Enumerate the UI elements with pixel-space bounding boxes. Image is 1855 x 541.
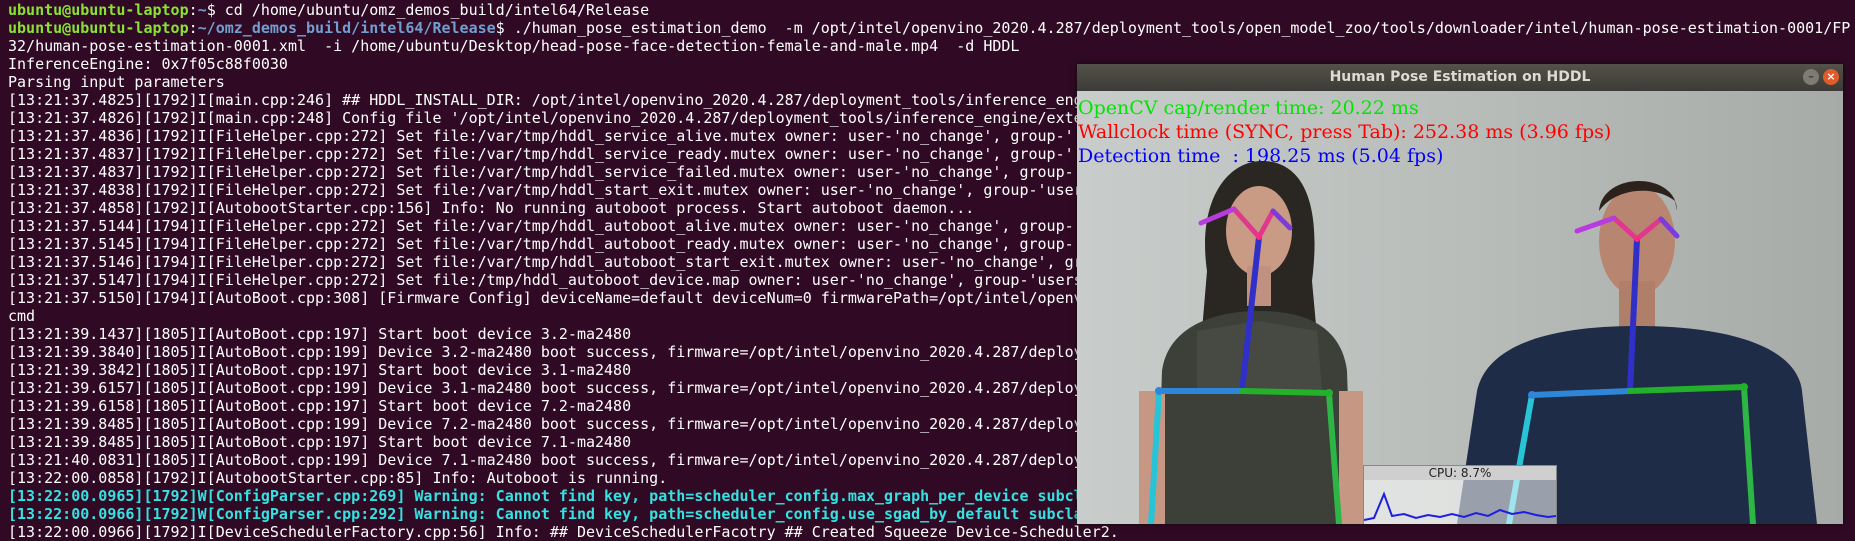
prompt-user: ubuntu@ubuntu-laptop bbox=[8, 1, 189, 19]
window-titlebar[interactable]: Human Pose Estimation on HDDL – × bbox=[1077, 64, 1843, 91]
close-icon[interactable]: × bbox=[1823, 69, 1839, 85]
pose-estimation-window[interactable]: Human Pose Estimation on HDDL – × OpenCV… bbox=[1077, 64, 1843, 524]
terminal-line: ubuntu@ubuntu-laptop:~/omz_demos_build/i… bbox=[8, 19, 1851, 37]
terminal-line: ubuntu@ubuntu-laptop:~$ cd /home/ubuntu/… bbox=[8, 1, 650, 19]
terminal-output-line: 32/human-pose-estimation-0001.xml -i /ho… bbox=[8, 37, 1020, 55]
video-frame: OpenCV cap/render time: 20.22 ms Wallclo… bbox=[1077, 91, 1843, 524]
cpu-usage-widget: CPU: 8.7% bbox=[1363, 465, 1557, 524]
cpu-usage-graph bbox=[1364, 491, 1556, 521]
prompt-dir: ~/omz_demos_build/intel64/Release bbox=[197, 19, 496, 37]
prompt-dir: ~ bbox=[197, 1, 207, 19]
wallclock-overlay: Wallclock time (SYNC, press Tab): 252.38… bbox=[1078, 121, 1612, 143]
cpu-usage-label: CPU: 8.7% bbox=[1364, 466, 1556, 480]
detection-time-overlay: Detection time : 198.25 ms (5.04 fps) bbox=[1078, 145, 1444, 167]
prompt-user: ubuntu@ubuntu-laptop bbox=[8, 19, 189, 37]
command-text: cd /home/ubuntu/omz_demos_build/intel64/… bbox=[224, 1, 650, 19]
window-title: Human Pose Estimation on HDDL bbox=[1329, 69, 1591, 85]
command-text: ./human_pose_estimation_demo -m /opt/int… bbox=[513, 19, 1851, 37]
render-time-overlay: OpenCV cap/render time: 20.22 ms bbox=[1078, 97, 1419, 119]
minimize-icon[interactable]: – bbox=[1803, 69, 1819, 85]
terminal-output-line: [13:22:00.0966][1792]I[DeviceSchedulerFa… bbox=[8, 523, 1119, 541]
